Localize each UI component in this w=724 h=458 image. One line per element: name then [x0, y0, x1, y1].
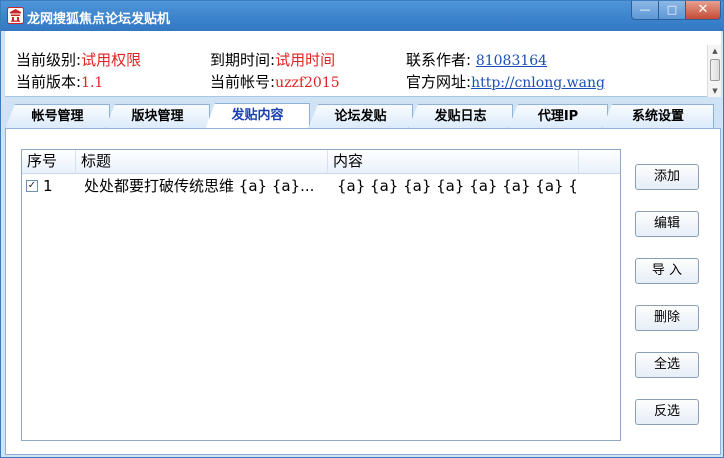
minimize-button[interactable]: —	[631, 1, 659, 20]
row-content: {a} {a} {a} {a} {a} {a} {a} {a} {a...	[337, 177, 577, 195]
site-label: 官方网址:	[406, 73, 472, 91]
site-row: 官方网址:http://cnlong.wang	[406, 71, 605, 92]
version-value: 1.1	[81, 75, 104, 91]
scroll-down-arrow-icon[interactable]: ▼	[708, 85, 722, 97]
app-window: 龙网搜狐焦点论坛发贴机 — □ ✕ 当前级别:试用权限 到期时间:试用时间 联系…	[0, 0, 724, 458]
tab-post-content[interactable]: 发贴内容	[205, 103, 310, 130]
row-title: 处处都要打破传统思维 {a} {a}...	[84, 177, 315, 195]
contact-row: 联系作者: 81083164	[406, 49, 547, 70]
maximize-button[interactable]: □	[658, 1, 686, 20]
tab-strip: 帐号管理 版块管理 发贴内容 论坛发贴 发贴日志 代理IP 系统设置	[5, 103, 721, 130]
expiry-value: 试用时间	[275, 51, 336, 69]
version-row: 当前版本:1.1	[16, 71, 103, 92]
add-button[interactable]: 添加	[635, 164, 699, 190]
row-index: 1	[43, 177, 53, 195]
tab-proxy-ip[interactable]: 代理IP	[508, 104, 608, 129]
expiry-label: 到期时间:	[210, 51, 276, 69]
invert-selection-button[interactable]: 反选	[635, 399, 699, 425]
tab-board-management[interactable]: 版块管理	[105, 104, 210, 129]
tab-system-settings[interactable]: 系统设置	[602, 104, 714, 129]
account-value: uzzf2015	[275, 75, 340, 91]
contact-label: 联系作者:	[406, 51, 476, 69]
app-logo-icon	[7, 7, 24, 24]
scroll-up-arrow-icon[interactable]: ▲	[708, 45, 722, 57]
edit-button[interactable]: 编辑	[635, 211, 699, 237]
title-bar[interactable]: 龙网搜狐焦点论坛发贴机 — □ ✕	[1, 1, 723, 31]
delete-button[interactable]: 删除	[635, 305, 699, 331]
info-panel: 当前级别:试用权限 到期时间:试用时间 联系作者: 81083164 当前版本:…	[5, 31, 721, 97]
window-title: 龙网搜狐焦点论坛发贴机	[27, 12, 171, 27]
tab-forum-posting[interactable]: 论坛发贴	[308, 104, 413, 129]
tab-post-log[interactable]: 发贴日志	[408, 104, 513, 129]
posts-table[interactable]: 序号 标题 内容 ✓ 1 处处都要打破传统思维 {a} {a}... {a} {…	[21, 149, 621, 441]
version-label: 当前版本:	[16, 73, 82, 91]
scroll-thumb[interactable]	[710, 59, 720, 81]
expiry-row: 到期时间:试用时间	[210, 49, 335, 70]
level-row: 当前级别:试用权限	[16, 49, 141, 70]
column-header-index[interactable]: 序号	[22, 150, 76, 174]
table-row[interactable]: ✓ 1 处处都要打破传统思维 {a} {a}... {a} {a} {a} {a…	[22, 175, 620, 197]
tab-account-management[interactable]: 帐号管理	[5, 104, 110, 129]
import-button[interactable]: 导 入	[635, 258, 699, 284]
site-link[interactable]: http://cnlong.wang	[471, 75, 605, 91]
account-row: 当前帐号:uzzf2015	[210, 71, 340, 92]
select-all-button[interactable]: 全选	[635, 352, 699, 378]
column-header-content[interactable]: 内容	[328, 150, 579, 174]
level-value: 试用权限	[81, 51, 142, 69]
account-label: 当前帐号:	[210, 73, 276, 91]
table-header: 序号 标题 内容	[22, 150, 620, 174]
level-label: 当前级别:	[16, 51, 82, 69]
info-scrollbar[interactable]: ▲ ▼	[707, 45, 721, 97]
post-content-panel: 序号 标题 内容 ✓ 1 处处都要打破传统思维 {a} {a}... {a} {…	[5, 128, 721, 455]
row-checkbox[interactable]: ✓	[26, 180, 38, 192]
close-button[interactable]: ✕	[685, 1, 721, 20]
column-header-title[interactable]: 标题	[76, 150, 328, 174]
contact-link[interactable]: 81083164	[476, 53, 547, 69]
